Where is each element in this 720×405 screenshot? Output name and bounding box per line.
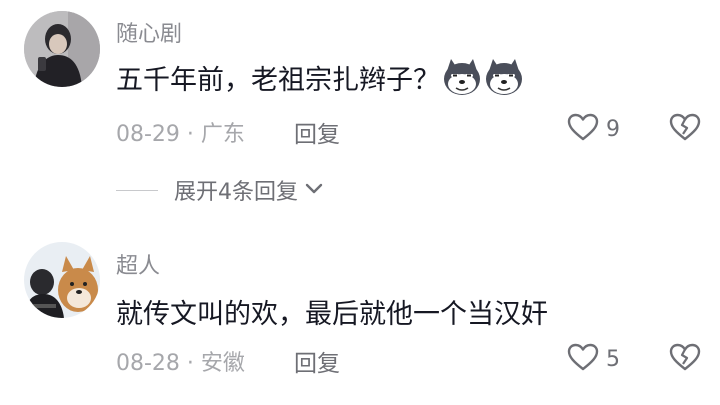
comment-location: 安徽 xyxy=(200,351,245,376)
like-button[interactable]: 5 xyxy=(566,342,620,376)
like-count: 9 xyxy=(606,116,620,142)
husky-emoji-icon xyxy=(442,57,482,97)
like-count: 5 xyxy=(606,346,620,372)
comment-text: 五千年前，老祖宗扎辫子？ xyxy=(116,64,440,96)
comment-text: 就传文叫的欢，最后就他一个当汉奸 xyxy=(116,298,548,330)
like-button[interactable]: 9 xyxy=(566,112,620,146)
comment-item: 随心剧 五千年前，老祖宗扎辫子？ 08-29 · 广东 回复 9 展开4条回复 xyxy=(0,0,720,205)
dislike-button[interactable] xyxy=(668,112,702,146)
reply-button[interactable]: 回复 xyxy=(294,115,340,149)
heart-outline-icon xyxy=(566,112,600,146)
expand-replies-button[interactable]: 展开4条回复 xyxy=(116,174,324,206)
comment-meta: 08-29 · 广东 xyxy=(116,116,245,148)
chevron-down-icon xyxy=(304,181,324,200)
comment-meta: 08-28 · 安徽 xyxy=(116,345,245,377)
meta-separator: · xyxy=(179,351,201,376)
comment-date: 08-28 xyxy=(116,351,180,376)
broken-heart-icon xyxy=(668,343,702,376)
heart-outline-icon xyxy=(566,342,600,376)
comment-item: 超人 就传文叫的欢，最后就他一个当汉奸 08-28 · 安徽 回复 5 xyxy=(0,225,720,405)
expand-replies-label: 展开4条回复 xyxy=(174,180,298,205)
broken-heart-icon xyxy=(668,113,702,146)
reply-button[interactable]: 回复 xyxy=(294,344,340,378)
comment-location: 广东 xyxy=(200,122,245,147)
comment-text-row: 就传文叫的欢，最后就他一个当汉奸 xyxy=(116,290,548,332)
comment-username[interactable]: 随心剧 xyxy=(116,16,182,48)
avatar[interactable] xyxy=(24,11,100,87)
avatar[interactable] xyxy=(24,242,100,318)
divider-line xyxy=(116,189,158,191)
comment-text-row: 五千年前，老祖宗扎辫子？ xyxy=(116,56,524,98)
meta-separator: · xyxy=(179,122,201,147)
husky-emoji-icon xyxy=(484,57,524,97)
comment-username[interactable]: 超人 xyxy=(116,248,160,280)
comment-date: 08-29 xyxy=(116,122,180,147)
dislike-button[interactable] xyxy=(668,342,702,376)
